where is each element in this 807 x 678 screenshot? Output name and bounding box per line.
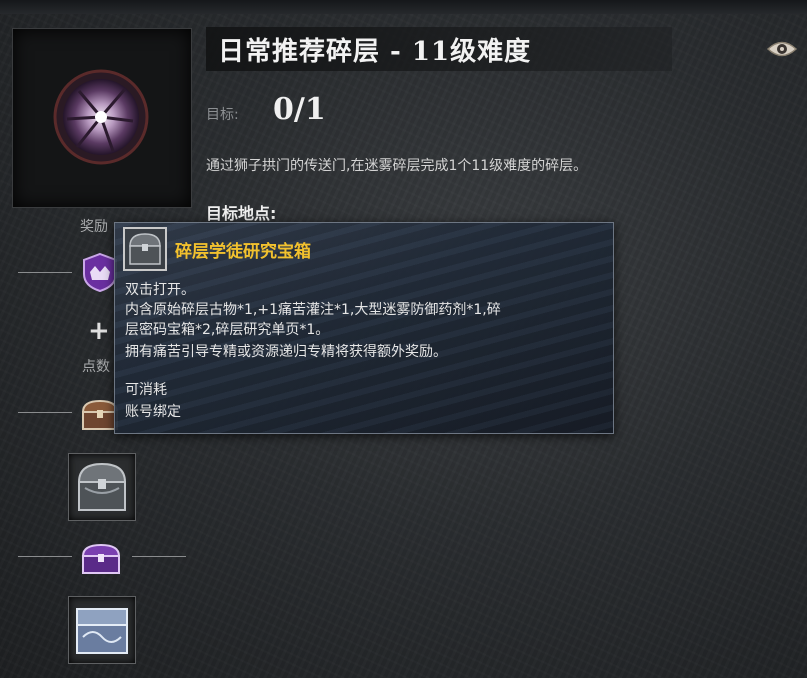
chest-reward-tile[interactable] [68,453,136,521]
tooltip-line: 内含原始碎层古物*1,+1痛苦灌注*1,大型迷雾防御药剂*1,碎 [125,302,501,318]
tooltip-line: 层密码宝箱*2,碎层研究单页*1。 [125,322,330,338]
top-bar [0,0,807,14]
quest-description: 通过狮子拱门的传送门,在迷雾碎层完成1个11级难度的碎层。 [206,158,588,174]
shard-orb-icon [53,69,149,165]
item-tooltip: 碎层学徒研究宝箱 双击打开。 内含原始碎层古物*1,+1痛苦灌注*1,大型迷雾防… [114,222,614,434]
purple-chest-icon[interactable] [80,542,122,576]
tooltip-item-name: 碎层学徒研究宝箱 [175,242,311,262]
plus-icon: + [88,316,110,346]
tooltip-line: 双击打开。 [125,282,195,298]
goal-label: 目标: [206,107,239,123]
rewards-label: 奖励 [80,219,108,235]
tooltip-line: 可消耗 [125,382,167,398]
goal-progress: 0/1 [273,92,326,127]
location-label: 目标地点: [206,204,277,223]
divider-line [18,272,72,273]
tooltip-line: 拥有痛苦引导专精或资源递归专精将获得额外奖励。 [125,344,447,360]
divider-line [18,412,72,413]
ornate-chest-icon [129,233,161,265]
eye-icon[interactable] [766,38,798,60]
quest-portrait [12,28,192,208]
quest-title: 日常推荐碎层 - 11级难度 [218,37,532,67]
ornate-chest-icon [77,462,127,511]
divider-line [132,556,186,557]
chest-reward-tile[interactable] [68,596,136,664]
points-label: 点数 [82,359,110,375]
tooltip-item-icon [123,227,167,271]
divider-line [18,556,72,557]
tooltip-line: 账号绑定 [125,404,181,420]
ornate-chest-icon [76,608,128,654]
